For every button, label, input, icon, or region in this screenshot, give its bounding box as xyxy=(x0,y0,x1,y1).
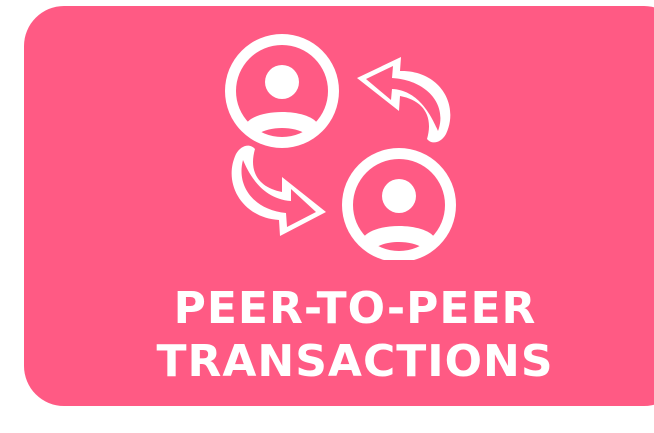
curved-arrow-bottom-left-icon xyxy=(231,145,326,236)
icon-area xyxy=(0,0,654,262)
title-line-2: TRANSACTIONS xyxy=(156,336,554,387)
curved-arrow-top-right-icon xyxy=(357,57,451,143)
user-avatar-bottom-right xyxy=(342,148,456,262)
title-line-1: PEER-TO-PEER xyxy=(173,283,537,334)
peer-to-peer-exchange-icon xyxy=(225,34,456,262)
user-avatar-top-left xyxy=(225,34,339,148)
